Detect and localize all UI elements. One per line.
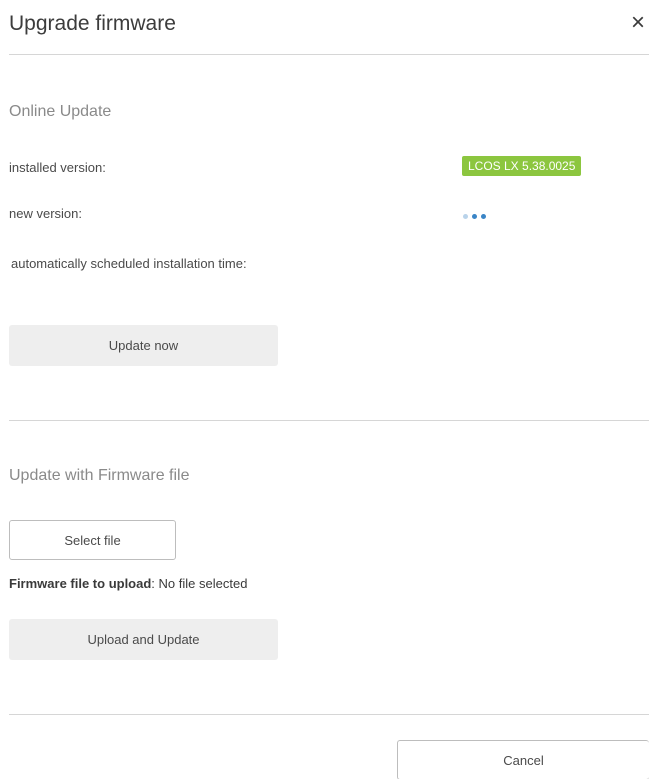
file-to-upload-value: No file selected [158,576,248,591]
section-divider [9,420,649,421]
scheduled-time-label: automatically scheduled installation tim… [11,256,247,271]
header-divider [9,54,649,55]
loading-dot [472,213,477,219]
online-update-title: Online Update [9,103,112,120]
loading-dot [481,213,486,219]
upload-and-update-button[interactable]: Upload and Update [9,619,278,660]
update-now-button[interactable]: Update now [9,325,278,366]
file-to-upload-label: Firmware file to upload [9,576,152,591]
file-to-upload-line: Firmware file to upload: No file selecte… [9,576,247,591]
installed-version-label: installed version: [9,160,106,175]
installed-version-badge: LCOS LX 5.38.0025 [462,156,582,176]
close-icon[interactable]: × [628,10,648,36]
upgrade-firmware-dialog: Upgrade firmware × Online Update install… [0,0,649,779]
new-version-label: new version: [9,206,82,221]
select-file-button[interactable]: Select file [9,520,176,560]
cancel-button[interactable]: Cancel [397,740,649,779]
loading-dots-icon [463,212,486,220]
loading-dot [463,213,468,219]
file-to-upload-separator: : [151,576,155,591]
firmware-file-title: Update with Firmware file [9,467,190,484]
dialog-title: Upgrade firmware [9,12,176,35]
footer-divider [9,714,649,715]
